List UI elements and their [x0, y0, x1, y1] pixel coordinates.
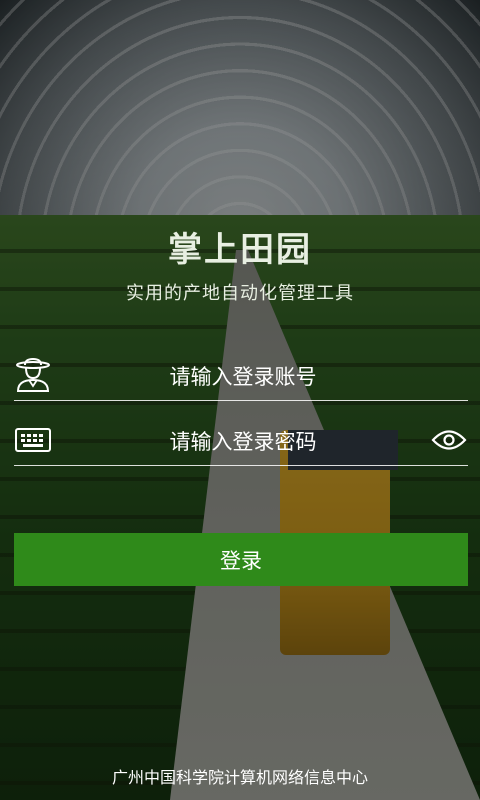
footer-org: 广州中国科学院计算机网络信息中心 — [111, 768, 368, 787]
username-row — [14, 352, 468, 401]
farmer-user-icon — [14, 358, 52, 392]
username-input[interactable] — [66, 360, 420, 394]
password-row — [14, 417, 468, 466]
login-button[interactable]: 登录 — [14, 533, 468, 586]
eye-icon[interactable] — [430, 425, 468, 455]
keyboard-icon — [14, 423, 52, 457]
app-title: 掌上田园 — [168, 230, 312, 270]
password-input[interactable] — [66, 425, 420, 459]
app-subtitle: 实用的产地自动化管理工具 — [126, 283, 354, 304]
